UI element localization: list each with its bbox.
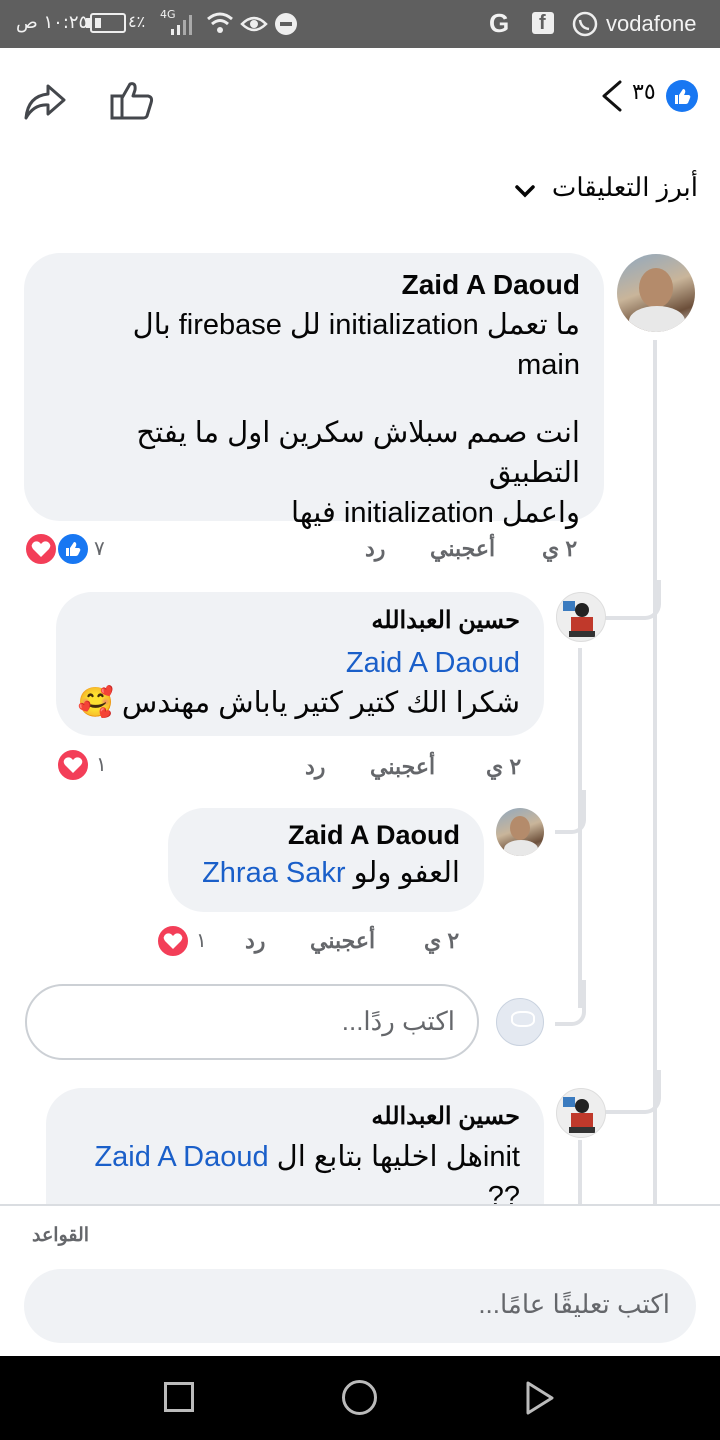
back-button[interactable] (598, 80, 626, 112)
signal-icon (171, 15, 192, 35)
avatar[interactable] (496, 808, 544, 856)
comment-text-row: initهل اخليها بتابع ال Zaid A Daoud (68, 1137, 520, 1177)
comment-text: العفو ولو (353, 857, 460, 889)
comment-bubble[interactable]: Zaid A Daoud ما تعمل initialization لل f… (24, 253, 604, 529)
carrier-name: vodafone (606, 11, 697, 36)
comment-text: واعمل initialization فيها (291, 497, 580, 529)
comment-text: انت صمم سبلاش سكرين اول ما يفتح التطبيق (136, 417, 580, 489)
do-not-disturb-icon (275, 13, 297, 35)
comment-text: شكرا الك كتير كتير ياباش مهندس (121, 687, 520, 719)
reactions-count[interactable]: ٣٥ (632, 80, 656, 105)
chevron-left-icon (602, 80, 622, 112)
back-nav-button[interactable] (522, 1380, 556, 1416)
heart-reaction-icon (156, 924, 190, 958)
mention-link[interactable]: Zaid A Daoud (94, 1141, 268, 1173)
reply-action[interactable]: رد (305, 754, 325, 780)
comment-author[interactable]: حسين العبدالله (80, 606, 520, 635)
rules-link[interactable]: القواعد (32, 1224, 89, 1247)
sort-dropdown[interactable]: أبرز التعليقات (512, 172, 698, 212)
navigation-bar (0, 1356, 720, 1440)
like-reaction-icon (666, 80, 698, 112)
recents-button[interactable] (164, 1382, 194, 1412)
comment-clip: حسين العبدالله initهل اخليها بتابع ال Za… (0, 1080, 720, 1204)
comment-text: ما تعمل initialization لل firebase بال (132, 309, 580, 341)
like-action[interactable]: أعجبني (310, 928, 375, 954)
reaction-count[interactable]: ١ (96, 752, 107, 776)
reply-action[interactable]: رد (365, 536, 385, 562)
comment-time: ٢ ي (486, 754, 522, 779)
wifi-icon (207, 12, 233, 33)
heart-reaction-icon (56, 748, 90, 782)
comment-placeholder: اكتب تعليقًا عامًا... (478, 1289, 670, 1319)
comment-text-row: العفو ولو Zhraa Sakr (188, 853, 460, 893)
like-reaction-icon (56, 532, 90, 566)
comment-text: main (517, 349, 580, 381)
comment-time: ٢ ي (542, 536, 578, 561)
smiling-hearts-emoji: 🥰 (77, 687, 114, 719)
facebook-icon: f (532, 12, 554, 34)
status-bar: ١٠:٢٥ ص ٤٪ 4G G f vodafone (0, 0, 720, 48)
comment-text-row: شكرا الك كتير كتير ياباش مهندس 🥰 (77, 683, 520, 723)
heart-reaction-icon (24, 532, 58, 566)
thread-connector (555, 980, 586, 1026)
thread-connector (555, 790, 586, 834)
mention-link[interactable]: Zhraa Sakr (202, 857, 345, 889)
battery-icon (90, 13, 126, 33)
comment-bubble[interactable]: Zaid A Daoud العفو ولو Zhraa Sakr (168, 808, 484, 912)
comment-text: هل اخليها بتابع ال (276, 1141, 483, 1173)
eye-comfort-icon (240, 16, 268, 32)
thumbs-up-icon (110, 82, 154, 120)
like-action[interactable]: أعجبني (370, 754, 435, 780)
avatar[interactable] (617, 254, 695, 332)
whatsapp-icon (572, 11, 598, 37)
mention-link[interactable]: Zaid A Daoud (80, 643, 520, 683)
reaction-count[interactable]: ٧ (94, 536, 105, 560)
reply-action[interactable]: رد (245, 928, 265, 954)
comment-input[interactable]: اكتب تعليقًا عامًا... (24, 1269, 696, 1343)
reaction-count[interactable]: ١ (196, 928, 207, 952)
like-action[interactable]: أعجبني (430, 536, 495, 562)
sort-label: أبرز التعليقات (551, 172, 698, 202)
comment-time: ٢ ي (424, 928, 460, 953)
chevron-down-icon (515, 185, 535, 198)
divider (0, 1204, 720, 1206)
clock: ١٠:٢٥ ص (16, 12, 89, 33)
thread-connector (605, 580, 661, 620)
battery-tip (86, 18, 90, 28)
avatar (496, 998, 544, 1046)
share-button[interactable] (22, 80, 68, 122)
comment-text-inline: init (482, 1141, 520, 1173)
comment-author[interactable]: حسين العبدالله (68, 1102, 520, 1131)
comment-author[interactable]: Zaid A Daoud (48, 269, 580, 301)
comment-text: ?? (487, 1181, 520, 1204)
comment-bubble[interactable]: حسين العبدالله initهل اخليها بتابع ال Za… (46, 1088, 544, 1204)
battery-percent: ٤٪ (128, 12, 146, 31)
share-icon (24, 84, 66, 120)
home-button[interactable] (342, 1380, 377, 1415)
like-button[interactable] (108, 78, 156, 122)
comment-bubble[interactable]: حسين العبدالله Zaid A Daoud شكرا الك كتي… (56, 592, 544, 736)
reply-input[interactable]: اكتب ردًا... (25, 984, 479, 1060)
reply-placeholder: اكتب ردًا... (341, 1006, 455, 1036)
comment-author[interactable]: Zaid A Daoud (188, 820, 460, 851)
google-icon: G (489, 8, 510, 38)
avatar[interactable] (556, 592, 606, 642)
